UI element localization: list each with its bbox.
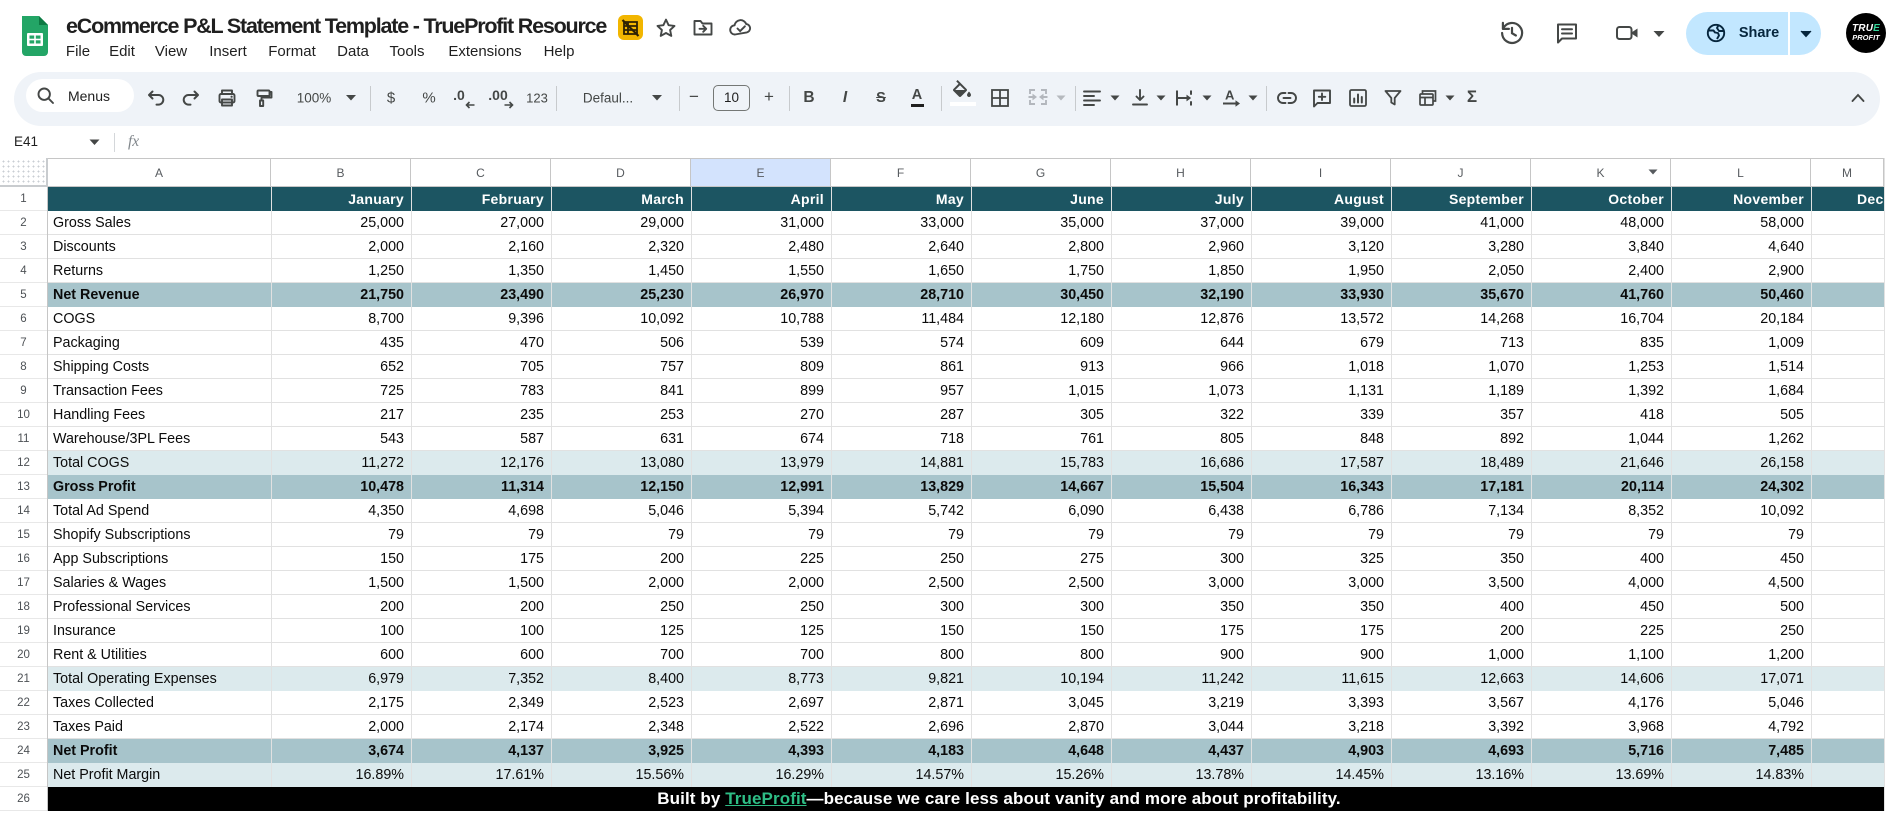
svg-text:A: A: [1225, 88, 1235, 103]
